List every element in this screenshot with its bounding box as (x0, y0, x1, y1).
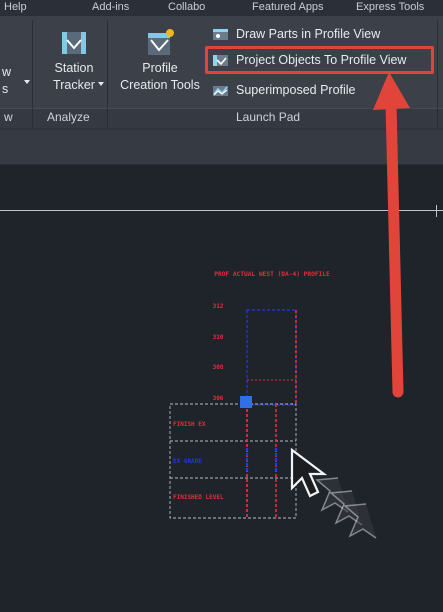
profile-view-frame[interactable] (246, 309, 297, 406)
elevation-label: 308 (213, 364, 224, 371)
elevation-label: 312 (213, 303, 224, 310)
band-row-label: FINISHED LEVEL (173, 494, 224, 501)
mouse-cursor-icon (290, 447, 377, 539)
band-row-label: EX GRADE (173, 458, 202, 465)
band-row-label: FINISH EX (173, 421, 206, 428)
selection-grip-icon[interactable] (240, 396, 252, 408)
elevation-label: 306 (213, 395, 224, 402)
profile-title-text: PROF ACTUAL WEST (DA-4) PROFILE (214, 271, 330, 278)
drawing-overlay: PROF ACTUAL WEST (DA-4) PROFILE 312 310 … (169, 72, 410, 539)
annotation-arrow-icon (373, 72, 410, 398)
elevation-label: 310 (213, 334, 224, 341)
